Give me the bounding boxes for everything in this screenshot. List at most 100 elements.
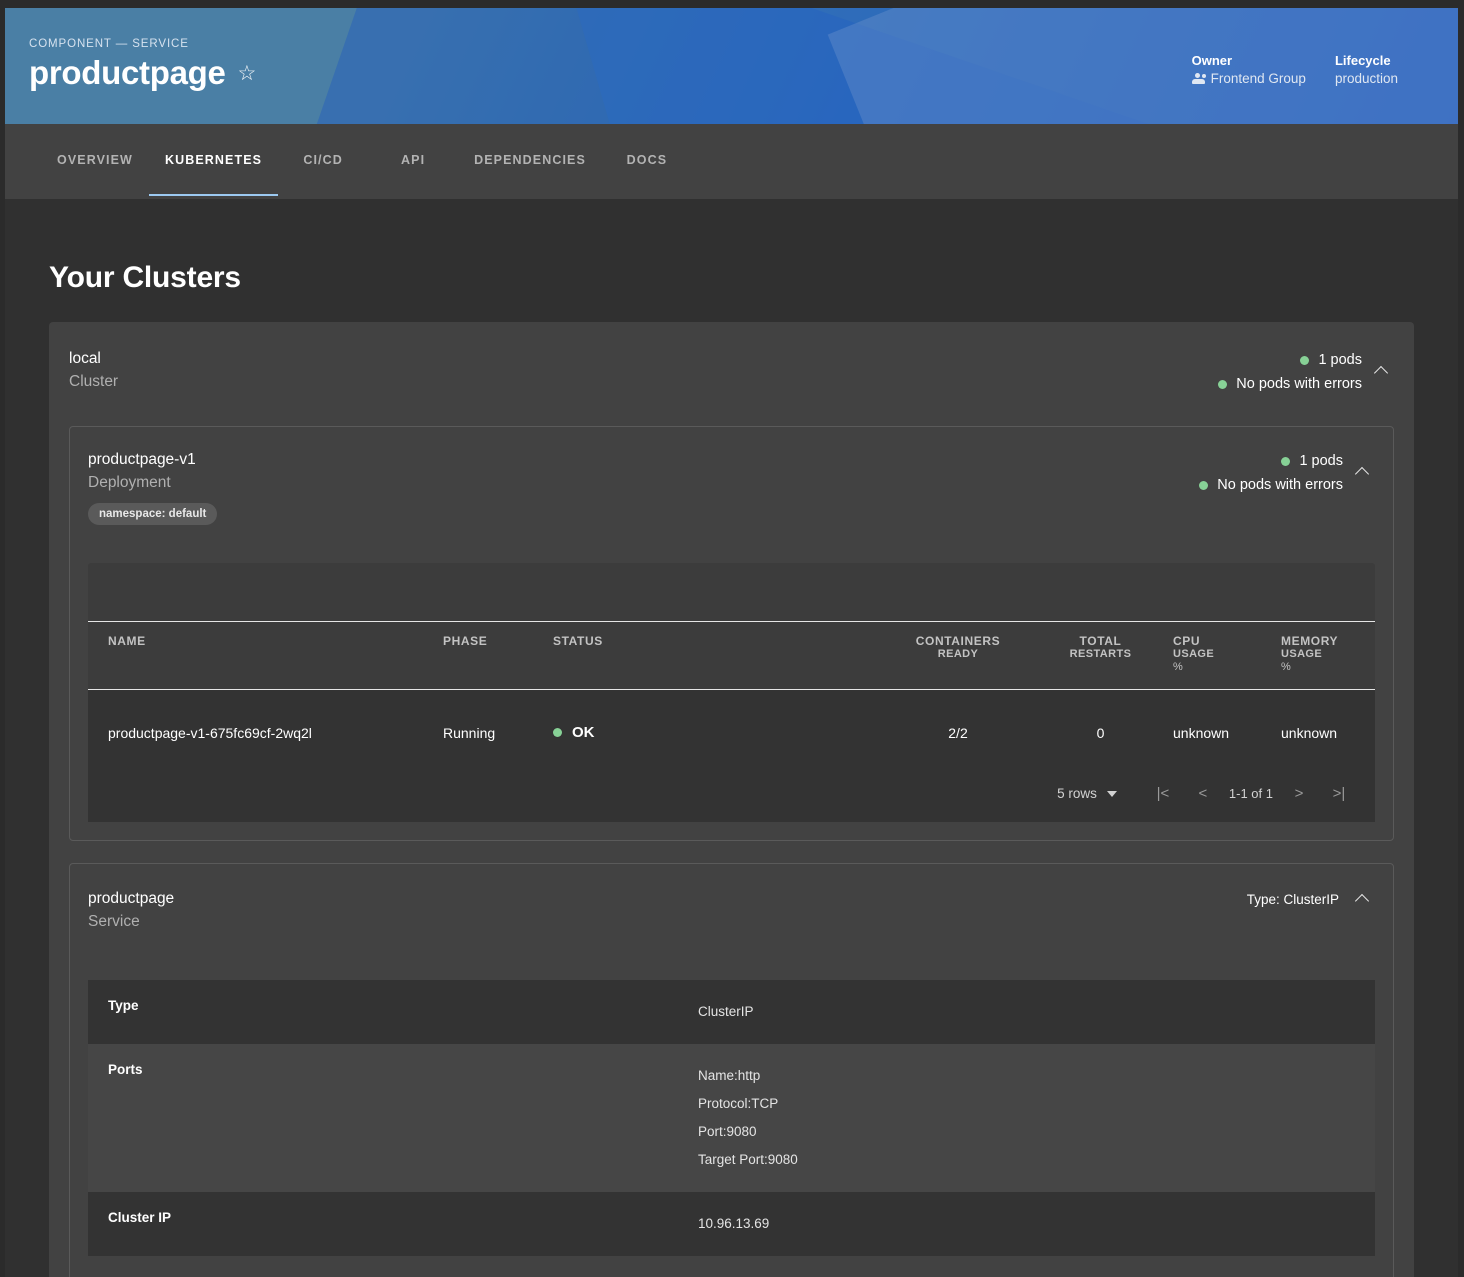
column-header-cpu-usage-line1: CPU [1173,634,1201,648]
service-details-table: Type ClusterIP Ports Name:http Protocol:… [88,980,1375,1256]
deployment-collapse-chevron-up-icon[interactable] [1353,461,1375,483]
column-header-cpu-usage[interactable]: CPU USAGE % [1173,621,1281,690]
cell-status-text: OK [572,724,595,741]
cell-memory-usage: unknown [1281,689,1375,775]
page-header-banner: COMPONENT — SERVICE productpage ☆ Owner … [5,8,1458,124]
table-pagination: 5 rows |< < 1-1 of 1 > >| [88,775,1375,822]
column-header-status[interactable]: STATUS [553,621,888,690]
tab-cicd[interactable]: CI/CD [278,124,368,196]
column-header-cpu-usage-line2: USAGE [1173,648,1215,660]
status-dot-icon [1218,379,1228,389]
table-row[interactable]: productpage-v1-675fc69cf-2wq2l Running O… [88,689,1375,775]
cell-containers-ready: 2/2 [888,689,1028,775]
lifecycle-label: Lifecycle [1334,53,1391,68]
rows-per-page-value: 5 rows [1057,786,1097,801]
deployment-pods-count-row: 1 pods [1199,449,1343,473]
owner-value-row: Frontend Group [1191,69,1306,88]
pods-table-wrapper: NAME PHASE STATUS CONTAINERS READY TOTAL… [88,563,1375,822]
column-header-memory-usage-line2: USAGE [1281,648,1323,660]
cluster-status-lines: 1 pods No pods with errors [1218,348,1362,396]
cluster-pods-count-row: 1 pods [1218,348,1362,372]
deployment-name: productpage-v1 [88,451,196,468]
list-item: Cluster IP 10.96.13.69 [88,1192,1375,1256]
deployment-pods-errors-row: No pods with errors [1199,473,1343,497]
detail-value-ports-name: Name:http [698,1068,761,1083]
detail-value-type-line1: ClusterIP [698,1004,754,1019]
detail-value-ports: Name:http Protocol:TCP Port:9080 Target … [698,1044,798,1192]
column-header-containers-ready-line1: CONTAINERS [915,634,1001,648]
namespace-chip: namespace: default [88,503,218,525]
service-type-summary: Type: ClusterIP [1246,891,1339,907]
status-dot-icon [1300,355,1310,365]
status-dot-icon [1281,456,1291,466]
cluster-card: local Cluster 1 pods No pods with errors [49,322,1414,1277]
previous-page-button[interactable]: < [1183,785,1223,802]
cluster-name: local [69,350,101,367]
column-header-total-restarts[interactable]: TOTAL RESTARTS [1028,621,1173,690]
column-header-memory-usage-line1: MEMORY [1281,634,1339,648]
cluster-collapse-chevron-up-icon[interactable] [1372,360,1394,382]
detail-value-cluster-ip-line1: 10.96.13.69 [698,1216,770,1231]
cell-total-restarts: 0 [1028,689,1173,775]
pods-table: NAME PHASE STATUS CONTAINERS READY TOTAL… [88,621,1375,775]
detail-value-cluster-ip: 10.96.13.69 [698,1192,769,1256]
group-icon [1191,72,1206,85]
chevron-down-icon [1106,790,1117,797]
service-collapse-chevron-up-icon[interactable] [1353,888,1375,910]
cluster-pods-errors: No pods with errors [1236,376,1362,392]
detail-key-ports: Ports [108,1062,143,1077]
owner-label: Owner [1191,53,1233,68]
page-title: productpage [29,54,226,91]
section-title: Your Clusters [49,261,241,294]
cluster-status-group: 1 pods No pods with errors [1218,348,1394,396]
rows-per-page-select[interactable]: 5 rows [1057,786,1117,801]
detail-value-type: ClusterIP [698,980,754,1044]
deployment-card-header: productpage-v1 Deployment namespace: def… [88,449,1375,525]
breadcrumb: COMPONENT — SERVICE [29,38,189,50]
detail-value-ports-protocol: Protocol:TCP [698,1096,779,1111]
deployment-card: productpage-v1 Deployment namespace: def… [69,426,1394,841]
column-header-containers-ready[interactable]: CONTAINERS READY [888,621,1028,690]
header-metadata: Owner Frontend Group Lifecycle productio… [1191,52,1398,88]
column-header-memory-usage[interactable]: MEMORY USAGE % [1281,621,1375,690]
column-header-total-restarts-line1: TOTAL [1079,634,1122,648]
status-dot-icon [553,728,562,737]
service-card-header: productpage Service Type: ClusterIP [88,888,1375,934]
column-header-name[interactable]: NAME [88,621,443,690]
last-page-button[interactable]: >| [1319,785,1359,802]
detail-value-ports-port: Port:9080 [698,1124,757,1139]
pods-table-body: productpage-v1-675fc69cf-2wq2l Running O… [88,689,1375,775]
column-header-memory-usage-unit: % [1281,661,1292,673]
tab-api[interactable]: API [368,124,458,196]
column-header-containers-ready-line2: READY [937,648,979,660]
tab-overview[interactable]: OVERVIEW [41,124,149,196]
owner-block: Owner Frontend Group [1191,52,1306,88]
cluster-identity: local Cluster [69,348,118,394]
deployment-kind: Deployment [88,474,171,491]
first-page-button[interactable]: |< [1143,785,1183,802]
lifecycle-block: Lifecycle production [1335,52,1398,88]
pagination-range-label: 1-1 of 1 [1228,786,1273,801]
owner-value[interactable]: Frontend Group [1211,69,1306,88]
deployment-status-lines: 1 pods No pods with errors [1199,449,1343,497]
list-item: Ports Name:http Protocol:TCP Port:9080 T… [88,1044,1375,1192]
status-dot-icon [1199,480,1209,490]
next-page-button[interactable]: > [1279,785,1319,802]
lifecycle-value: production [1334,71,1398,86]
deployment-pods-count: 1 pods [1299,453,1343,469]
cell-phase: Running [443,689,553,775]
cell-pod-name: productpage-v1-675fc69cf-2wq2l [88,689,443,775]
deployment-pods-errors: No pods with errors [1217,477,1343,493]
cell-cpu-usage: unknown [1173,689,1281,775]
list-item: Type ClusterIP [88,980,1375,1044]
tab-kubernetes[interactable]: KUBERNETES [148,124,279,196]
tab-bar: OVERVIEW KUBERNETES CI/CD API DEPENDENCI… [5,124,1458,199]
tab-dependencies[interactable]: DEPENDENCIES [458,124,602,196]
service-type-summary-group: Type: ClusterIP [1247,888,1375,910]
favorite-star-icon[interactable]: ☆ [238,63,257,84]
column-header-phase[interactable]: PHASE [443,621,553,690]
tab-docs[interactable]: DOCS [602,124,692,196]
detail-key-type: Type [108,998,139,1013]
cluster-card-header: local Cluster 1 pods No pods with errors [69,348,1394,396]
detail-value-ports-target-port: Target Port:9080 [698,1152,798,1167]
